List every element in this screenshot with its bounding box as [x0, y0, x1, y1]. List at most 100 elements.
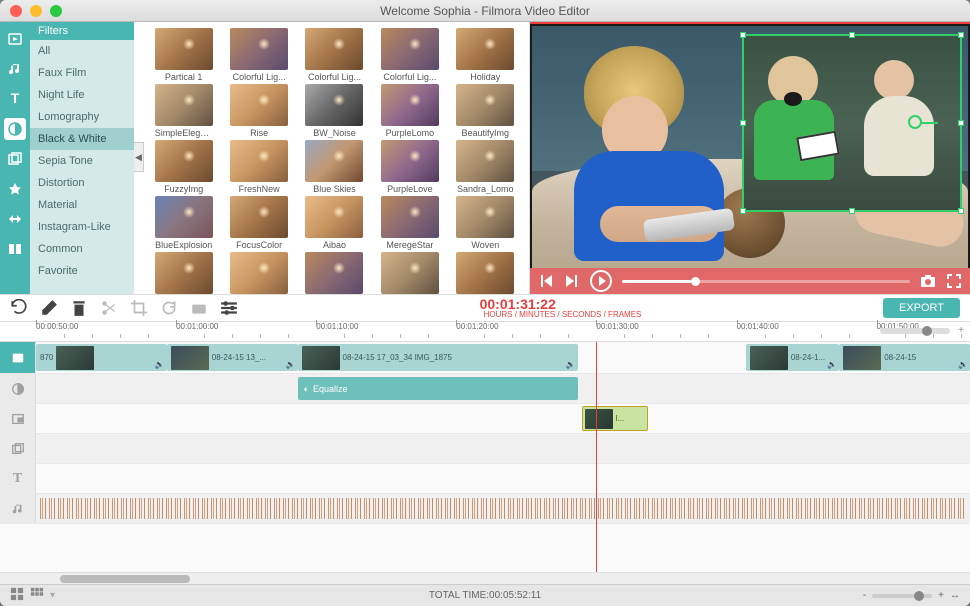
- resize-handle[interactable]: [958, 208, 964, 214]
- voiceover-icon[interactable]: [190, 299, 208, 317]
- split-icon[interactable]: [100, 299, 118, 317]
- filter-thumbnail-item[interactable]: BlueExplosion: [148, 196, 219, 250]
- filter-category[interactable]: Sepia Tone: [30, 150, 134, 172]
- resize-handle[interactable]: [849, 32, 855, 38]
- filter-category[interactable]: Common: [30, 238, 134, 260]
- filter-thumbnail-item[interactable]: MeregeStar: [374, 196, 445, 250]
- filter-thumbnail: [381, 28, 439, 70]
- filter-thumbnail-item[interactable]: Aibao: [299, 196, 370, 250]
- filter-category[interactable]: Black & White: [30, 128, 134, 150]
- video-clip[interactable]: 08-24-1...🔈: [746, 344, 839, 371]
- filter-thumbnail-item[interactable]: PurpleLove: [374, 140, 445, 194]
- filter-thumbnail-item[interactable]: Holiday: [450, 28, 521, 82]
- timeline-zoom-slider[interactable]: [872, 594, 932, 598]
- pip-overlay-frame[interactable]: [742, 34, 962, 212]
- overlay-track-icon[interactable]: [0, 434, 36, 463]
- filter-thumbnail-item[interactable]: [374, 252, 445, 294]
- video-clip[interactable]: 870🔈: [36, 344, 167, 371]
- filter-thumbnail-item[interactable]: BeautifyImg: [450, 84, 521, 138]
- filter-category[interactable]: Instagram-Like: [30, 216, 134, 238]
- filter-thumbnail-item[interactable]: Sandra_Lomo: [450, 140, 521, 194]
- filter-thumbnail-item[interactable]: Woven: [450, 196, 521, 250]
- edit-icon[interactable]: [40, 299, 58, 317]
- filter-category[interactable]: Distortion: [30, 172, 134, 194]
- clip-label: 870: [40, 353, 53, 362]
- filter-thumbnail-item[interactable]: Blue Skies: [299, 140, 370, 194]
- rotate-handle-icon[interactable]: [908, 115, 922, 129]
- video-clip[interactable]: 08-24-15🔈: [839, 344, 970, 371]
- next-frame-icon[interactable]: [564, 273, 580, 289]
- filter-thumbnail-item[interactable]: Colorful Lig...: [299, 28, 370, 82]
- music-icon[interactable]: [4, 58, 26, 80]
- filter-thumbnail-item[interactable]: FreshNew: [223, 140, 294, 194]
- overlays-icon[interactable]: [4, 148, 26, 170]
- video-clip[interactable]: 08-24-15 17_03_34 IMG_1875🔈: [298, 344, 578, 371]
- media-icon[interactable]: [4, 28, 26, 50]
- filter-thumbnail-item[interactable]: Colorful Lig...: [223, 28, 294, 82]
- audio-track-icon[interactable]: [0, 494, 36, 523]
- filter-category[interactable]: All: [30, 40, 134, 62]
- filter-category[interactable]: Night Life: [30, 84, 134, 106]
- sidebar-toolbar: T: [0, 22, 30, 294]
- transitions-icon[interactable]: [4, 208, 26, 230]
- filter-thumbnail-item[interactable]: FuzzyImg: [148, 140, 219, 194]
- resize-handle[interactable]: [740, 120, 746, 126]
- play-button[interactable]: [590, 270, 612, 292]
- titlebar[interactable]: Welcome Sophia - Filmora Video Editor: [0, 0, 970, 22]
- elements-icon[interactable]: [4, 178, 26, 200]
- filters-icon[interactable]: [4, 118, 26, 140]
- filter-thumbnail-item[interactable]: [450, 252, 521, 294]
- filter-thumbnail-item[interactable]: Rise: [223, 84, 294, 138]
- resize-handle[interactable]: [958, 120, 964, 126]
- zoom-slider[interactable]: [880, 328, 950, 334]
- pip-clip[interactable]: I...: [582, 406, 647, 431]
- resize-handle[interactable]: [740, 208, 746, 214]
- window-title: Welcome Sophia - Filmora Video Editor: [0, 4, 970, 18]
- crop-icon[interactable]: [130, 299, 148, 317]
- filter-thumbnail-item[interactable]: PurpleLomo: [374, 84, 445, 138]
- export-button[interactable]: EXPORT: [883, 298, 960, 318]
- fullscreen-icon[interactable]: [946, 273, 962, 289]
- rotate-icon[interactable]: [160, 299, 178, 317]
- current-timecode: 00:01:31:22: [480, 297, 556, 311]
- text-track-icon[interactable]: T: [0, 464, 36, 493]
- collapse-panel-icon[interactable]: ◀: [134, 142, 144, 172]
- filter-thumbnail-item[interactable]: Partical 1: [148, 28, 219, 82]
- filter-thumbnail-item[interactable]: Colorful Lig...: [374, 28, 445, 82]
- filter-thumbnail-item[interactable]: [148, 252, 219, 294]
- filter-clip[interactable]: Equalize: [298, 377, 578, 400]
- prev-frame-icon[interactable]: [538, 273, 554, 289]
- resize-handle[interactable]: [849, 208, 855, 214]
- undo-icon[interactable]: [10, 299, 28, 317]
- filter-label: FuzzyImg: [164, 184, 203, 194]
- splitscreen-icon[interactable]: [4, 238, 26, 260]
- resize-handle[interactable]: [958, 32, 964, 38]
- filter-category[interactable]: Faux Film: [30, 62, 134, 84]
- filter-category[interactable]: Material: [30, 194, 134, 216]
- zoom-in-icon[interactable]: +: [958, 325, 964, 336]
- filter-thumbnail-item[interactable]: [223, 252, 294, 294]
- time-ruler[interactable]: 00:00:50:0000:01:00:0000:01:10:0000:01:2…: [0, 322, 970, 342]
- filter-category[interactable]: Favorite: [30, 260, 134, 282]
- snapshot-icon[interactable]: [920, 273, 936, 289]
- filter-thumbnail: [305, 28, 363, 70]
- filter-thumbnail-item[interactable]: SimpleElegent: [148, 84, 219, 138]
- text-icon[interactable]: T: [4, 88, 26, 110]
- scrub-bar[interactable]: [622, 280, 910, 283]
- filter-category[interactable]: Lomography: [30, 106, 134, 128]
- playhead[interactable]: [596, 342, 597, 572]
- filter-thumbnail-item[interactable]: FocusColor: [223, 196, 294, 250]
- settings-icon[interactable]: [220, 299, 238, 317]
- filter-track-icon[interactable]: [0, 374, 36, 403]
- preview-viewport[interactable]: [530, 22, 970, 268]
- filter-thumbnail-item[interactable]: [299, 252, 370, 294]
- filter-thumbnail-item[interactable]: BW_Noise: [299, 84, 370, 138]
- video-clip[interactable]: 08-24-15 13_...🔈: [167, 344, 298, 371]
- resize-handle[interactable]: [740, 32, 746, 38]
- clip-label: 08-24-15 17_03_34 IMG_1875: [343, 353, 452, 362]
- video-track-icon[interactable]: [0, 342, 36, 373]
- filter-label: PurpleLove: [387, 184, 433, 194]
- horizontal-scrollbar[interactable]: [0, 572, 970, 584]
- delete-icon[interactable]: [70, 299, 88, 317]
- pip-track-icon[interactable]: [0, 404, 36, 433]
